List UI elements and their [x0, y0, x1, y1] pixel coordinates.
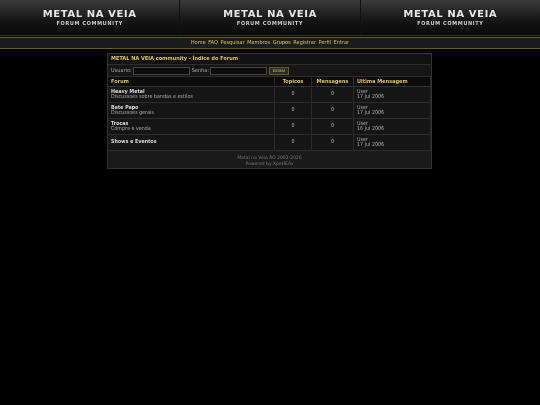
topic-count: 0	[274, 86, 312, 103]
forum-link[interactable]: Shows e Eventos	[111, 140, 271, 145]
banner-subtitle: FORUM COMMUNITY	[236, 21, 304, 27]
login-bar: Usuario: Senha: Entrar	[108, 65, 431, 77]
last-post-cell: User 17 Jul 2006	[353, 102, 431, 119]
last-post-date: 17 Jul 2006	[357, 110, 385, 116]
password-input[interactable]	[210, 66, 268, 75]
forum-description: Compra e venda	[111, 126, 151, 132]
last-post-date: 17 Jul 2006	[357, 142, 385, 148]
login-button[interactable]: Entrar	[269, 66, 290, 75]
nav-groups-link[interactable]: Grupos	[273, 40, 291, 46]
table-row: Shows e Eventos 0 0 User 17 Jul 2006	[108, 134, 431, 151]
last-post-cell: User 17 Jul 2006	[353, 86, 431, 103]
table-header-row: Forum Topicos Mensagens Ultima Mensagem	[108, 77, 431, 87]
nav-members-link[interactable]: Membros	[247, 40, 270, 46]
last-post-date: 16 Jul 2006	[357, 126, 385, 132]
banner-logo[interactable]: METAL NA VEIA FORUM COMMUNITY	[0, 0, 181, 35]
banner-logo[interactable]: METAL NA VEIA FORUM COMMUNITY	[361, 0, 540, 35]
main-nav: Home FAQ Pesquisar Membros Grupos Regist…	[0, 37, 540, 49]
breadcrumb[interactable]: METAL NA VEIA community - Índice do Foru…	[108, 54, 431, 65]
username-input[interactable]	[132, 66, 190, 75]
nav-search-link[interactable]: Pesquisar	[221, 40, 245, 46]
last-post-cell: User 16 Jul 2006	[353, 118, 431, 135]
topic-count: 0	[274, 118, 312, 135]
banner-subtitle: FORUM COMMUNITY	[417, 21, 484, 27]
banner-title: METAL NA VEIA	[42, 9, 137, 20]
site-banner: METAL NA VEIA FORUM COMMUNITY METAL NA V…	[0, 0, 540, 36]
table-row: Trocas Compra e venda 0 0 User 16 Jul 20…	[108, 118, 431, 135]
last-post-cell: User 17 Jul 2006	[353, 134, 431, 151]
last-post-date: 17 Jul 2006	[357, 94, 385, 100]
nav-login-link[interactable]: Entrar	[334, 40, 349, 46]
powered-by-link[interactable]: Powered by XpeHEAv	[108, 162, 431, 168]
post-count: 0	[311, 86, 354, 103]
forum-cell: Bate Papo Discussoes gerais	[108, 102, 275, 119]
post-count: 0	[311, 134, 354, 151]
banner-title: METAL NA VEIA	[223, 9, 317, 20]
header-posts: Mensagens	[311, 77, 354, 87]
banner-title: METAL NA VEIA	[403, 9, 498, 20]
banner-logo[interactable]: METAL NA VEIA FORUM COMMUNITY	[180, 0, 361, 35]
password-label: Senha:	[191, 67, 210, 74]
topic-count: 0	[274, 102, 312, 119]
forum-cell: Shows e Eventos	[108, 134, 275, 151]
nav-profile-link[interactable]: Perfil	[319, 40, 332, 46]
forum-panel: METAL NA VEIA community - Índice do Foru…	[107, 53, 432, 169]
forum-description: Discussoes gerais	[111, 110, 154, 116]
table-row: Bate Papo Discussoes gerais 0 0 User 17 …	[108, 102, 431, 119]
banner-subtitle: FORUM COMMUNITY	[56, 21, 123, 27]
table-row: Heavy Metal Discussoes sobre bandas e es…	[108, 86, 431, 103]
header-forum: Forum	[108, 77, 275, 87]
nav-home-link[interactable]: Home	[191, 40, 206, 46]
post-count: 0	[311, 102, 354, 119]
nav-faq-link[interactable]: FAQ	[208, 40, 218, 46]
nav-register-link[interactable]: Registrar	[293, 40, 316, 46]
post-count: 0	[311, 118, 354, 135]
forum-cell: Trocas Compra e venda	[108, 118, 275, 135]
forum-description: Discussoes sobre bandas e estilos	[111, 94, 193, 100]
username-label: Usuario:	[111, 67, 132, 74]
forum-table: Forum Topicos Mensagens Ultima Mensagem …	[108, 77, 431, 151]
page-footer: Metal na Veia ÃO 2002-2026 Powered by Xp…	[108, 156, 431, 168]
header-last-post: Ultima Mensagem	[353, 77, 431, 87]
forum-cell: Heavy Metal Discussoes sobre bandas e es…	[108, 86, 275, 103]
header-topics: Topicos	[274, 77, 312, 87]
topic-count: 0	[274, 134, 312, 151]
